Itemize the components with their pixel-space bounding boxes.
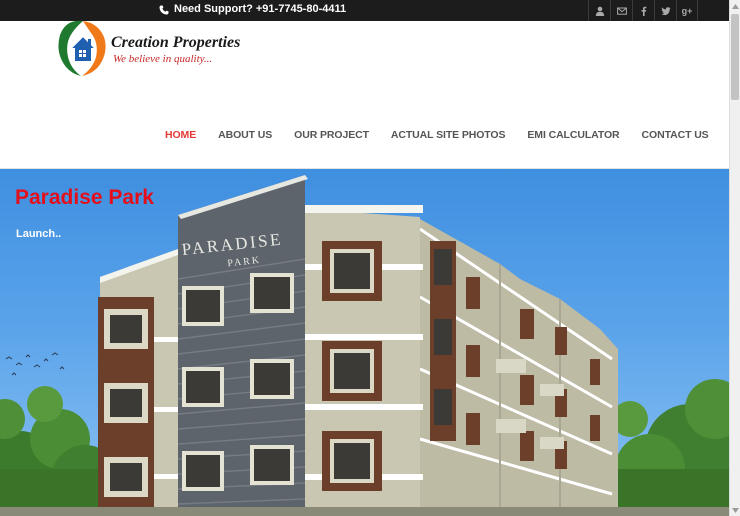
nav-item-actual-site-photos[interactable]: ACTUAL SITE PHOTOS — [380, 125, 517, 145]
house-logo-icon — [58, 20, 106, 76]
facebook-icon[interactable] — [632, 0, 654, 21]
page-scrollbar[interactable] — [729, 0, 740, 516]
nav-item-emi-calculator[interactable]: EMI CALCULATOR — [516, 125, 630, 145]
twitter-icon[interactable] — [654, 0, 676, 21]
page: Need Support? +91-7745-80-4411 g+ Creati… — [0, 0, 740, 516]
support-contact[interactable]: Need Support? +91-7745-80-4411 — [159, 1, 346, 18]
google-plus-icon[interactable]: g+ — [676, 0, 698, 21]
google-plus-label: g+ — [681, 5, 693, 16]
nav-item-our-project[interactable]: OUR PROJECT — [283, 125, 380, 145]
main-nav: HOME ABOUT US OUR PROJECT ACTUAL SITE PHOTO… — [154, 125, 729, 145]
top-bar: Need Support? +91-7745-80-4411 g+ — [0, 0, 729, 21]
phone-icon — [159, 5, 169, 15]
trees-right — [610, 379, 729, 516]
nav-item-contact-us[interactable]: CONTACT US — [631, 125, 720, 145]
hero-banner: PARADISE PARK Paradise Park Launch.. — [0, 169, 729, 516]
scroll-up-arrow-icon[interactable] — [730, 0, 740, 12]
scroll-down-arrow-icon[interactable] — [730, 504, 740, 516]
hero-title: Paradise Park — [15, 186, 154, 209]
brand-name: Creation Properties — [111, 34, 241, 51]
nav-item-customer-reviews[interactable]: CUSTOMER REVIEWS — [720, 125, 729, 145]
site-logo[interactable]: Creation Properties We believe in qualit… — [56, 20, 246, 87]
browser-viewport: Need Support? +91-7745-80-4411 g+ Creati… — [0, 0, 729, 516]
mail-icon[interactable] — [610, 0, 632, 21]
birds — [5, 352, 65, 376]
hero-subtitle: Launch.. — [16, 228, 62, 240]
scroll-thumb[interactable] — [731, 14, 739, 100]
support-text: Need Support? +91-7745-80-4411 — [174, 3, 347, 15]
brand-tagline: We believe in quality... — [113, 53, 213, 65]
building-illustration: PARADISE PARK — [0, 175, 729, 516]
building-left-block — [98, 249, 178, 516]
user-icon[interactable] — [588, 0, 610, 21]
social-links: g+ — [588, 0, 698, 21]
nav-item-about-us[interactable]: ABOUT US — [207, 125, 283, 145]
nav-item-home[interactable]: HOME — [154, 125, 207, 145]
site-header: Creation Properties We believe in qualit… — [0, 20, 729, 169]
